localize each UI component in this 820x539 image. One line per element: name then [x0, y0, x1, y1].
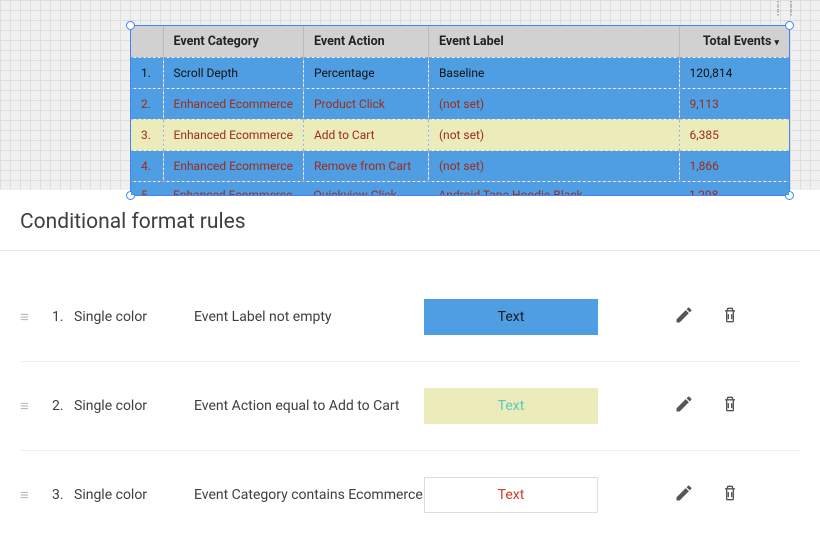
table-row[interactable]: 2.Enhanced EcommerceProduct Click(not se…: [131, 89, 789, 120]
format-rule[interactable]: ≡ 1.Single colorEvent Label not emptyText: [20, 273, 800, 362]
drag-handle-icon[interactable]: ≡: [20, 316, 38, 319]
drag-handle-icon[interactable]: ≡: [20, 494, 38, 497]
col-total-events[interactable]: Total Events▾: [679, 26, 789, 58]
table-row[interactable]: 4.Enhanced EcommerceRemove from Cart(not…: [131, 151, 789, 182]
cell-total: 9,113: [679, 89, 789, 120]
rule-condition: Event Action equal to Add to Cart: [194, 397, 424, 416]
rule-preview: Text: [424, 388, 598, 424]
cell-category: Enhanced Ecommerce: [163, 120, 303, 151]
format-rule[interactable]: ≡ 3.Single colorEvent Category contains E…: [20, 451, 800, 539]
rule-type: Single color: [74, 309, 194, 325]
delete-button[interactable]: [710, 386, 750, 426]
resize-handle-tl[interactable]: [126, 21, 135, 30]
edit-button[interactable]: [664, 386, 704, 426]
cell-action: Add to Cart: [303, 120, 428, 151]
col-event-category[interactable]: Event Category: [163, 26, 303, 58]
event-table: Event Category Event Action Event Label …: [131, 26, 789, 195]
cell-category: Enhanced Ecommerce: [163, 89, 303, 120]
row-index: 4.: [131, 151, 163, 182]
col-index[interactable]: [131, 26, 163, 58]
sort-desc-icon: ▾: [774, 38, 779, 48]
cell-label: (not set): [428, 151, 679, 182]
row-index: 1.: [131, 58, 163, 89]
rule-type: Single color: [74, 398, 194, 414]
trash-icon: [720, 483, 740, 507]
cell-total: 1,866: [679, 151, 789, 182]
col-event-action[interactable]: Event Action: [303, 26, 428, 58]
rule-condition: Event Category contains Ecommerce: [194, 486, 424, 505]
rule-type: Single color: [74, 487, 194, 503]
pencil-icon: [674, 305, 694, 329]
pencil-icon: [674, 394, 694, 418]
rule-preview: Text: [424, 477, 598, 513]
panel-title: Conditional format rules: [0, 190, 820, 251]
more-icon[interactable]: ⋮⋮⋮⋮: [771, 6, 783, 12]
cell-action: Percentage: [303, 58, 428, 89]
trash-icon: [720, 305, 740, 329]
format-rule[interactable]: ≡ 2.Single colorEvent Action equal to Add…: [20, 362, 800, 451]
cell-label: (not set): [428, 89, 679, 120]
cell-category: Scroll Depth: [163, 58, 303, 89]
row-index: 2.: [131, 89, 163, 120]
table-row[interactable]: 1.Scroll DepthPercentageBaseline120,814: [131, 58, 789, 89]
delete-button[interactable]: [710, 475, 750, 515]
report-canvas[interactable]: ⋮⋮⋮⋮ Event Category Event Action Event L…: [0, 0, 820, 190]
cell-total: 120,814: [679, 58, 789, 89]
row-index: 3.: [131, 120, 163, 151]
table-row[interactable]: 5.Enhanced EcommerceQuickview ClickAndro…: [131, 182, 789, 196]
cell-label: Baseline: [428, 58, 679, 89]
table-row[interactable]: 3.Enhanced EcommerceAdd to Cart(not set)…: [131, 120, 789, 151]
cell-total: 6,385: [679, 120, 789, 151]
rule-preview: Text: [424, 299, 598, 335]
rule-number: 3.: [52, 487, 74, 503]
edit-button[interactable]: [664, 297, 704, 337]
rules-list: ≡1.Single colorEvent Label not emptyText…: [0, 251, 820, 539]
table-header-row: Event Category Event Action Event Label …: [131, 26, 789, 58]
cell-category: Enhanced Ecommerce: [163, 151, 303, 182]
cell-action: Product Click: [303, 89, 428, 120]
col-event-label[interactable]: Event Label: [428, 26, 679, 58]
cell-label: (not set): [428, 120, 679, 151]
delete-button[interactable]: [710, 297, 750, 337]
pencil-icon: [674, 483, 694, 507]
resize-handle-tr[interactable]: [785, 21, 794, 30]
drag-handle-icon[interactable]: ≡: [20, 405, 38, 408]
table-selection[interactable]: ⋮⋮⋮⋮ Event Category Event Action Event L…: [130, 25, 790, 196]
rule-number: 2.: [52, 398, 74, 414]
rule-number: 1.: [52, 309, 74, 325]
edit-button[interactable]: [664, 475, 704, 515]
cell-action: Remove from Cart: [303, 151, 428, 182]
rule-condition: Event Label not empty: [194, 308, 424, 327]
trash-icon: [720, 394, 740, 418]
